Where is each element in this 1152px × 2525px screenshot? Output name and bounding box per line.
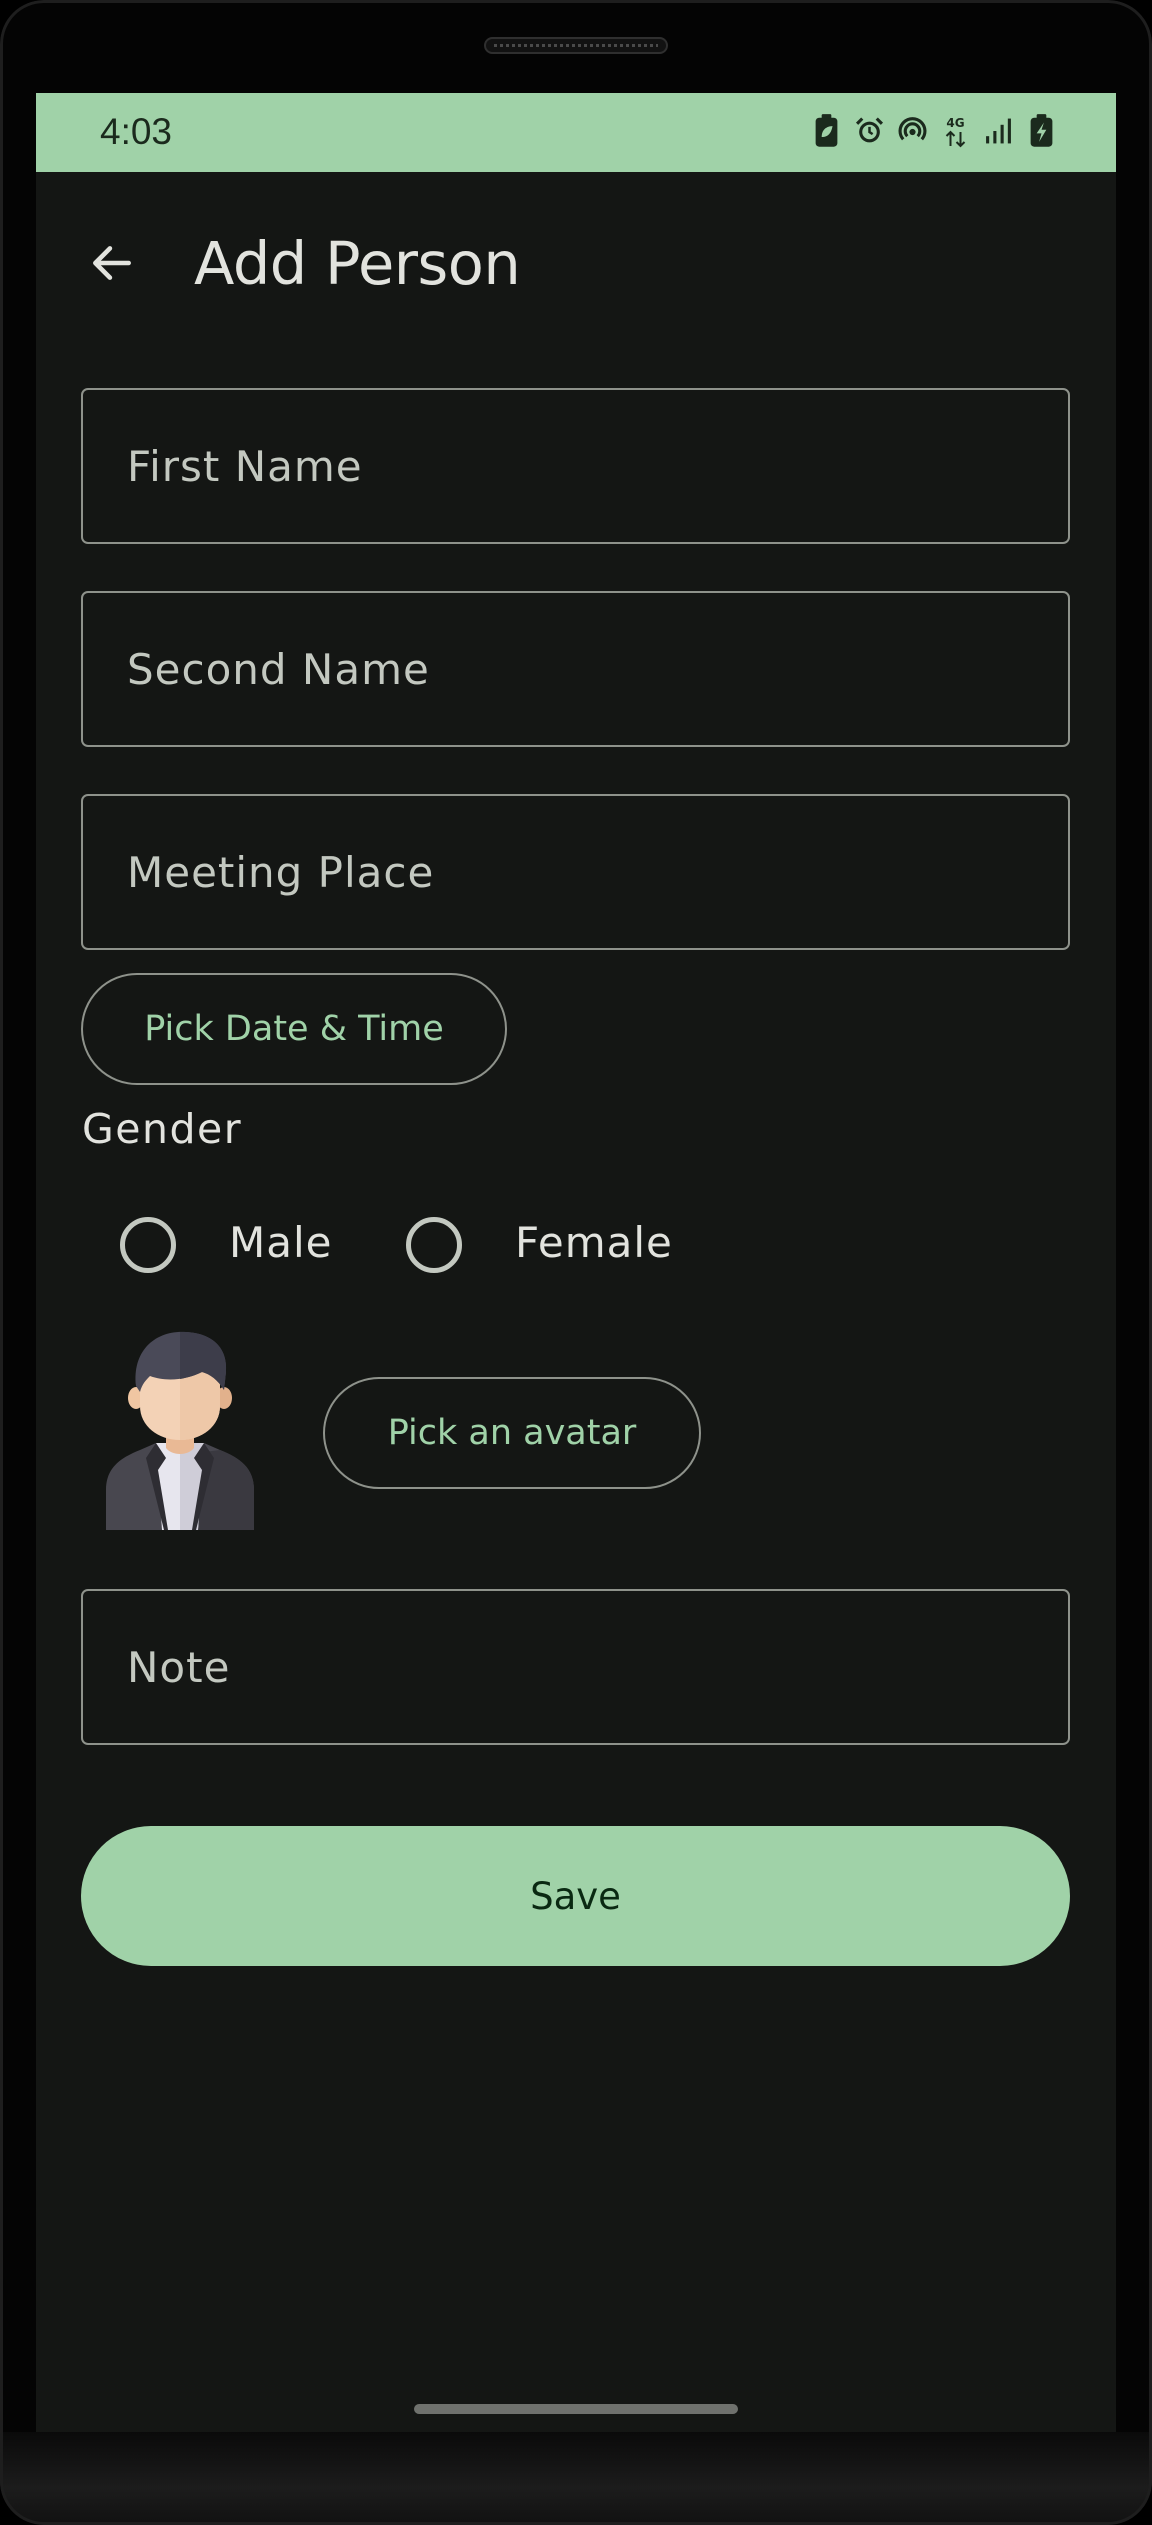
note-field [81, 1589, 1070, 1745]
first-name-input[interactable] [83, 390, 1068, 542]
battery-saver-icon [812, 113, 841, 149]
radio-male-label[interactable]: Male [229, 1218, 332, 1267]
status-icons: 4G [812, 113, 1056, 149]
device-frame: 4:03 4G Add Person First Name Second Nam… [0, 0, 1152, 2525]
radio-male[interactable] [120, 1217, 176, 1273]
note-input[interactable] [83, 1591, 1068, 1743]
back-button[interactable] [76, 227, 148, 299]
status-bar: 4:03 4G [36, 93, 1116, 172]
alarm-icon [855, 113, 884, 149]
status-time: 4:03 [100, 111, 173, 152]
bottom-bezel [0, 2432, 1152, 2525]
radio-female-label[interactable]: Female [515, 1218, 673, 1267]
signal-icon [984, 113, 1013, 149]
arrow-back-icon [93, 246, 131, 280]
page-title: Add Person [194, 229, 521, 298]
radio-female[interactable] [406, 1217, 462, 1273]
earpiece-speaker [484, 37, 668, 54]
pick-avatar-button[interactable]: Pick an avatar [323, 1377, 701, 1489]
hotspot-icon [898, 113, 927, 149]
4g-icon: 4G [941, 113, 970, 149]
meeting-place-field [81, 794, 1070, 950]
second-name-input[interactable] [83, 593, 1068, 745]
save-button[interactable]: Save [81, 1826, 1070, 1966]
top-app-bar: Add Person [36, 172, 1116, 348]
pick-date-time-button[interactable]: Pick Date & Time [81, 973, 507, 1085]
first-name-field [81, 388, 1070, 544]
second-name-field [81, 591, 1070, 747]
gender-label: Gender [82, 1105, 243, 1153]
meeting-place-input[interactable] [83, 796, 1068, 948]
app-screen: 4:03 4G Add Person First Name Second Nam… [36, 93, 1116, 2433]
network-type-label: 4G [946, 116, 964, 130]
navigation-handle[interactable] [414, 2404, 738, 2414]
battery-charging-icon [1027, 113, 1056, 149]
businessman-avatar-icon [106, 1331, 254, 1530]
